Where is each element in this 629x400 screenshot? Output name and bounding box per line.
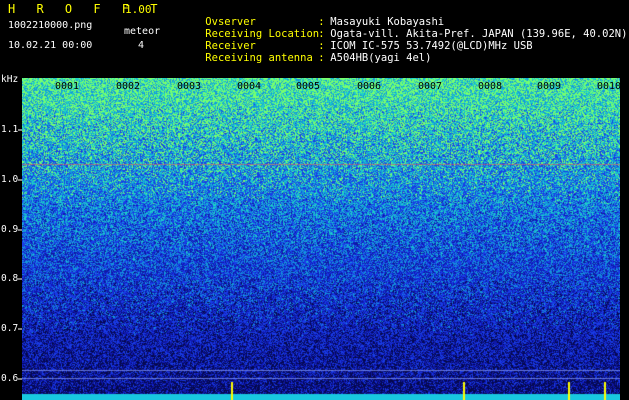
- y-tick-label: 0.9: [1, 224, 19, 235]
- y-tick-label: 0.6: [1, 373, 19, 384]
- x-tick-label: 0008: [478, 81, 503, 92]
- y-tick-label: 0.8: [1, 273, 19, 284]
- meteor-label: meteor: [124, 26, 161, 37]
- antenna-value: A504HB(yagi 4el): [330, 52, 432, 64]
- y-tick-label: 1.1: [1, 124, 19, 135]
- x-tick-label: 0009: [537, 81, 562, 92]
- x-tick-label: 0001: [55, 81, 80, 92]
- date-time: 10.02.21 00:00: [8, 40, 93, 51]
- x-tick-label: 0007: [418, 81, 443, 92]
- x-tick-label: 0005: [296, 81, 321, 92]
- app-version: 1.00: [125, 3, 152, 16]
- meteor-count: 4: [138, 40, 145, 51]
- y-unit-label: kHz: [1, 74, 19, 85]
- y-tick-label: 1.0: [1, 174, 19, 185]
- x-tick-label: 0006: [357, 81, 382, 92]
- antenna-key: Receiving antenna: [205, 52, 313, 64]
- x-tick-label: 0003: [177, 81, 202, 92]
- y-tick-label: 0.7: [1, 323, 19, 334]
- x-tick-label: 0002: [116, 81, 141, 92]
- header-panel: H R O F F T 1.00 1002210000.png meteor 1…: [0, 0, 629, 76]
- x-tick-label: 0010: [597, 81, 622, 92]
- file-name: 1002210000.png: [8, 20, 93, 31]
- antenna-row: Receiving antenna: A504HB(yagi 4el): [205, 52, 432, 64]
- spectrogram-image: [22, 78, 620, 400]
- x-tick-label: 0004: [237, 81, 262, 92]
